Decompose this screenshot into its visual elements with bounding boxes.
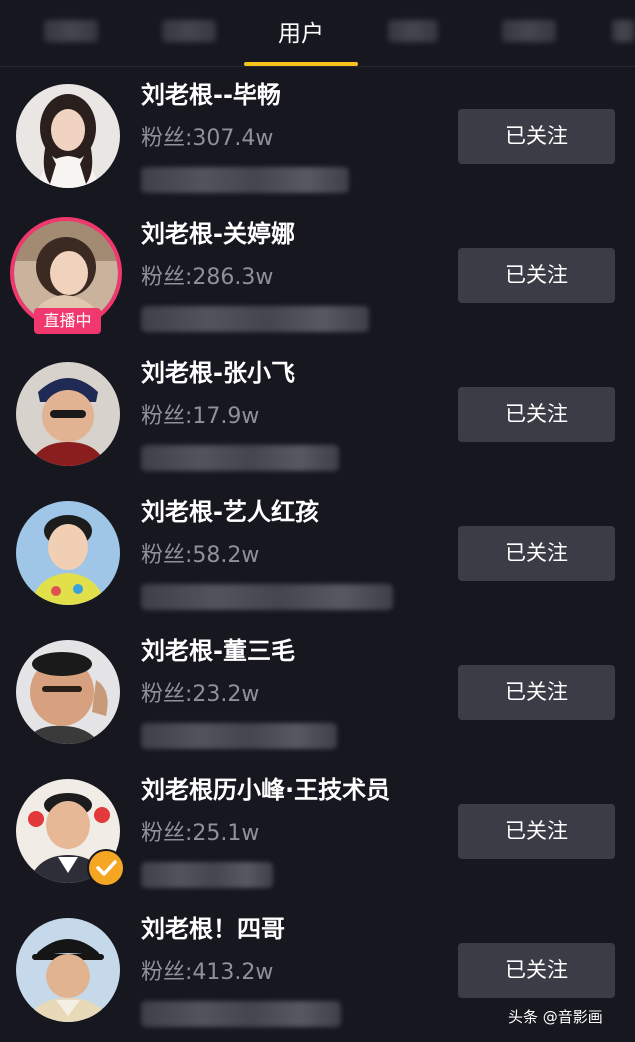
watermark: 头条 @音影画 bbox=[508, 1008, 603, 1026]
avatar-container[interactable] bbox=[16, 362, 120, 466]
avatar bbox=[16, 362, 120, 466]
avatar bbox=[16, 501, 120, 605]
tab-blurred-5[interactable] bbox=[612, 20, 635, 42]
blurred-bio bbox=[141, 445, 339, 471]
tab-blurred-3[interactable] bbox=[388, 20, 438, 42]
user-list: 刘老根--毕畅 粉丝:307.4w 已关注 直播中 刘老根-关婷娜 粉丝:286… bbox=[0, 67, 635, 1040]
avatar-container[interactable] bbox=[16, 918, 120, 1022]
following-button[interactable]: 已关注 bbox=[458, 943, 615, 998]
following-button[interactable]: 已关注 bbox=[458, 804, 615, 859]
verified-icon bbox=[87, 849, 125, 887]
user-row[interactable]: 直播中 刘老根-关婷娜 粉丝:286.3w 已关注 bbox=[0, 206, 635, 345]
following-button[interactable]: 已关注 bbox=[458, 526, 615, 581]
avatar bbox=[16, 640, 120, 744]
avatar-container[interactable] bbox=[16, 640, 120, 744]
tab-bar: 用户 bbox=[0, 0, 635, 67]
follower-count: 粉丝:286.3w bbox=[141, 265, 274, 290]
following-button[interactable]: 已关注 bbox=[458, 248, 615, 303]
blurred-bio bbox=[141, 862, 273, 888]
following-button[interactable]: 已关注 bbox=[458, 387, 615, 442]
following-button[interactable]: 已关注 bbox=[458, 665, 615, 720]
avatar-container[interactable] bbox=[16, 779, 125, 887]
avatar-container[interactable] bbox=[16, 501, 120, 605]
user-row[interactable]: 刘老根-张小飞 粉丝:17.9w 已关注 bbox=[0, 345, 635, 484]
blurred-bio bbox=[141, 167, 349, 193]
blurred-bio bbox=[141, 584, 393, 610]
tab-blurred-1[interactable] bbox=[44, 20, 98, 42]
following-button[interactable]: 已关注 bbox=[458, 109, 615, 164]
user-row[interactable]: 刘老根-艺人红孩 粉丝:58.2w 已关注 bbox=[0, 484, 635, 623]
user-name[interactable]: 刘老根-关婷娜 bbox=[141, 214, 295, 249]
user-row[interactable]: 刘老根--毕畅 粉丝:307.4w 已关注 bbox=[0, 67, 635, 206]
blurred-bio bbox=[141, 1001, 341, 1027]
user-row[interactable]: 刘老根-董三毛 粉丝:23.2w 已关注 bbox=[0, 623, 635, 762]
blurred-bio bbox=[141, 306, 369, 332]
live-badge: 直播中 bbox=[34, 308, 101, 334]
user-name[interactable]: 刘老根！四哥 bbox=[141, 909, 285, 944]
follower-count: 粉丝:17.9w bbox=[141, 404, 260, 429]
tab-users-label: 用户 bbox=[278, 21, 324, 47]
follower-count: 粉丝:413.2w bbox=[141, 960, 274, 985]
tab-blurred-2[interactable] bbox=[162, 20, 216, 42]
avatar-container[interactable] bbox=[16, 84, 120, 188]
blurred-bio bbox=[141, 723, 337, 749]
avatar-container[interactable]: 直播中 bbox=[10, 217, 122, 334]
user-name[interactable]: 刘老根--毕畅 bbox=[141, 75, 281, 110]
follower-count: 粉丝:307.4w bbox=[141, 126, 274, 151]
tab-users[interactable]: 用户 bbox=[244, 0, 358, 66]
user-name[interactable]: 刘老根-董三毛 bbox=[141, 631, 295, 666]
follower-count: 粉丝:58.2w bbox=[141, 543, 260, 568]
follower-count: 粉丝:25.1w bbox=[141, 821, 260, 846]
user-row[interactable]: 刘老根历小峰·王技术员 粉丝:25.1w 已关注 bbox=[0, 762, 635, 901]
user-name[interactable]: 刘老根-艺人红孩 bbox=[141, 492, 319, 527]
avatar bbox=[16, 918, 120, 1022]
tab-blurred-4[interactable] bbox=[502, 20, 556, 42]
user-name[interactable]: 刘老根历小峰·王技术员 bbox=[141, 770, 390, 805]
user-name[interactable]: 刘老根-张小飞 bbox=[141, 353, 295, 388]
follower-count: 粉丝:23.2w bbox=[141, 682, 260, 707]
avatar bbox=[16, 84, 120, 188]
